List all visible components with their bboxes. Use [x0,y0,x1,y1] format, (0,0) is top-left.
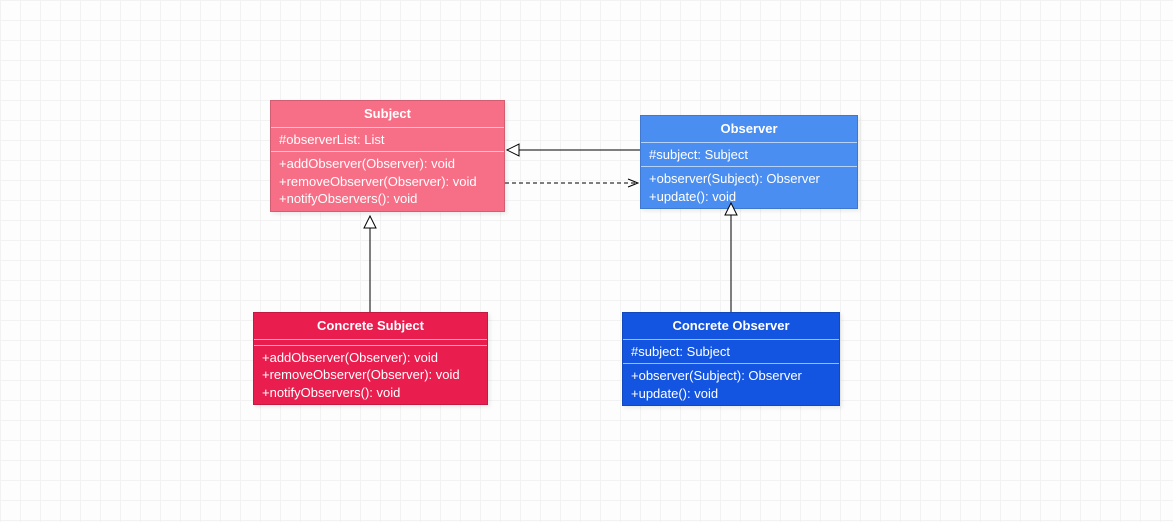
method: +notifyObservers(): void [262,384,479,402]
diagram-connectors: Observer dashed dependency with open arr… [0,0,1173,522]
class-attributes: #observerList: List [271,128,504,153]
uml-class-subject[interactable]: Subject #observerList: List +addObserver… [270,100,505,212]
arrowhead-triangle-up [364,216,376,228]
attribute: #subject: Subject [649,146,849,164]
uml-class-concrete-observer[interactable]: Concrete Observer #subject: Subject +obs… [622,312,840,406]
class-title: Observer [641,116,857,143]
class-methods: +addObserver(Observer): void +removeObse… [254,346,487,405]
uml-class-observer[interactable]: Observer #subject: Subject +observer(Sub… [640,115,858,209]
arrowhead-triangle-left [507,144,519,156]
method: +removeObserver(Observer): void [279,173,496,191]
attribute: #observerList: List [279,131,496,149]
method: +observer(Subject): Observer [649,170,849,188]
method: +notifyObservers(): void [279,190,496,208]
class-attributes: #subject: Subject [641,143,857,168]
method: +addObserver(Observer): void [262,349,479,367]
method: +update(): void [631,385,831,403]
class-attributes: #subject: Subject [623,340,839,365]
uml-class-concrete-subject[interactable]: Concrete Subject +addObserver(Observer):… [253,312,488,405]
method: +observer(Subject): Observer [631,367,831,385]
class-methods: +observer(Subject): Observer +update(): … [623,364,839,405]
class-methods: +observer(Subject): Observer +update(): … [641,167,857,208]
method: +update(): void [649,188,849,206]
class-title: Concrete Observer [623,313,839,340]
class-methods: +addObserver(Observer): void +removeObse… [271,152,504,211]
method: +removeObserver(Observer): void [262,366,479,384]
method: +addObserver(Observer): void [279,155,496,173]
class-title: Subject [271,101,504,128]
attribute: #subject: Subject [631,343,831,361]
class-title: Concrete Subject [254,313,487,340]
